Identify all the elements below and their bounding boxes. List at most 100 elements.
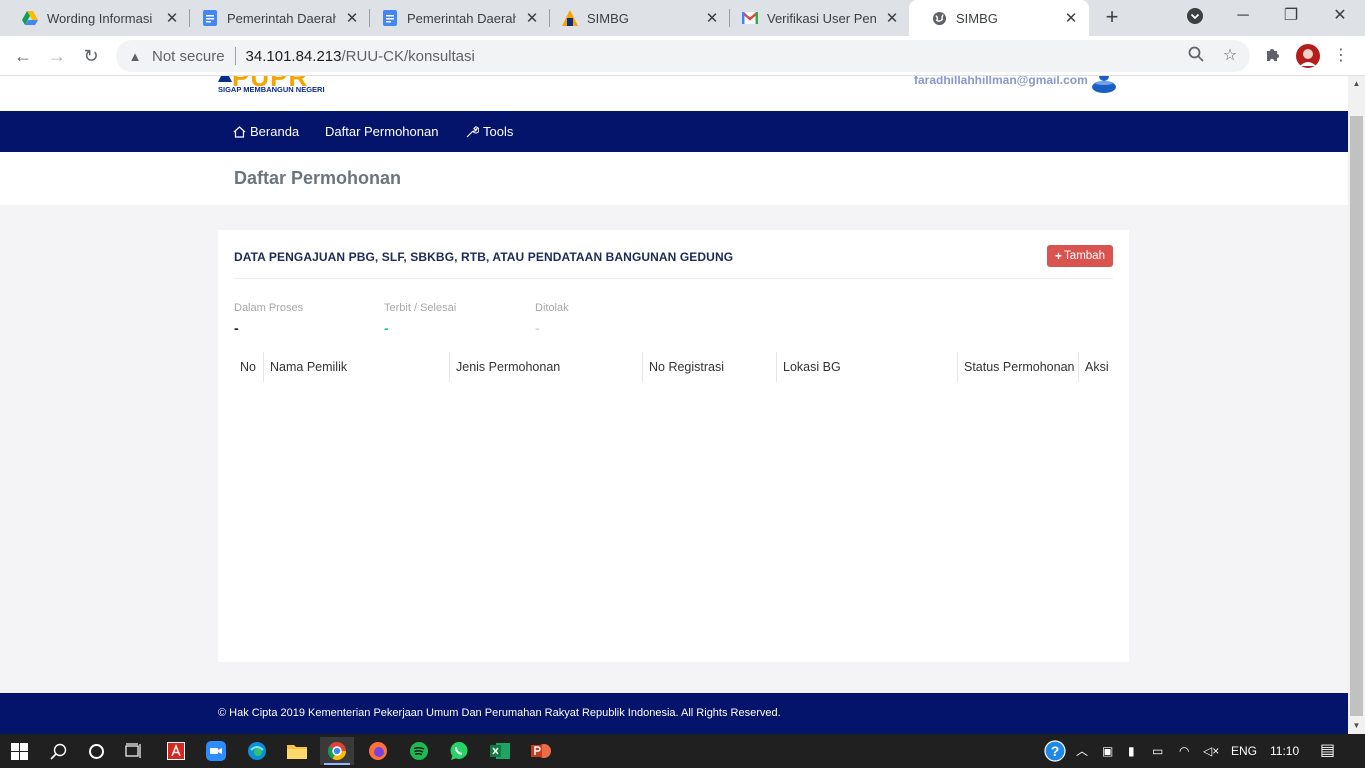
url-path[interactable]: /RUU-CK/konsultasi [341, 48, 474, 65]
page-viewport: PUPR SIGAP MEMBANGUN NEGERI faradhillahh… [0, 76, 1348, 734]
stat-label: Terbit / Selesai [384, 302, 457, 314]
address-bar[interactable]: ▲ Not secure 34.101.84.213/RUU-CK/konsul… [116, 40, 1250, 72]
close-tab-icon[interactable]: ✕ [704, 9, 720, 27]
column-header-lokasi-bg[interactable]: Lokasi BG [777, 352, 958, 382]
logo-tagline: SIGAP MEMBANGUN NEGERI [218, 85, 325, 94]
user-email[interactable]: faradhillahhillman@gmail.com [914, 76, 1088, 87]
chrome-taskbar-icon[interactable] [320, 737, 354, 765]
file-explorer-icon[interactable] [280, 737, 314, 765]
windows-start-icon[interactable] [2, 737, 36, 765]
windows-taskbar: ? ︿ ▣ ▮ ▭ ◠ ◁× ENG 11:10 ▤ [0, 734, 1365, 768]
stat-terbit-selesai: Terbit / Selesai - [384, 302, 456, 336]
browser-tab[interactable]: Verifikasi User Peng ✕ [720, 0, 910, 36]
close-window-icon[interactable]: ✕ [1317, 0, 1363, 32]
search-icon[interactable] [41, 737, 75, 765]
browser-tab[interactable]: Wording Informasi S ✕ [0, 0, 190, 36]
warning-icon[interactable]: ▲ [127, 49, 143, 64]
user-avatar-icon[interactable] [1091, 76, 1117, 94]
browser-tab[interactable]: Pemerintah Daerah ✕ [180, 0, 370, 36]
task-view-icon[interactable] [117, 737, 151, 765]
close-tab-icon[interactable]: ✕ [1063, 9, 1079, 27]
acrobat-icon[interactable] [159, 737, 193, 765]
wifi-icon[interactable]: ◠ [1179, 734, 1189, 768]
stat-ditolak: Ditolak - [535, 302, 569, 336]
footer-copyright: © Hak Cipta 2019 Kementerian Pekerjaan U… [218, 707, 781, 719]
column-header-no-registrasi[interactable]: No Registrasi [643, 352, 777, 382]
close-tab-icon[interactable]: ✕ [524, 9, 540, 27]
meet-now-icon[interactable]: ▣ [1102, 734, 1113, 768]
profile-avatar[interactable] [1296, 44, 1320, 68]
scroll-down-icon[interactable]: ▼ [1348, 718, 1365, 734]
back-icon[interactable]: ← [9, 42, 37, 70]
notifications-icon[interactable]: ▤ [1320, 734, 1335, 768]
main-navigation: Beranda Daftar Permohonan Tools [0, 111, 1348, 152]
plus-icon: + [1055, 249, 1063, 263]
scrollbar-thumb[interactable] [1350, 116, 1363, 716]
browser-tab-active[interactable]: SIMBG ✕ [909, 0, 1089, 36]
chrome-menu-icon[interactable]: ⋮ [1331, 46, 1351, 66]
tab-search-icon[interactable] [1172, 0, 1218, 32]
url-host[interactable]: 34.101.84.213 [246, 48, 342, 65]
tab-title: SIMBG [956, 10, 998, 26]
tray-expand-icon[interactable]: ︿ [1076, 734, 1088, 768]
column-header-status-permohonan[interactable]: Status Permohonan [958, 352, 1079, 382]
extensions-icon[interactable] [1263, 46, 1283, 66]
battery-icon[interactable]: ▭ [1152, 734, 1163, 768]
restore-icon[interactable]: ❐ [1268, 0, 1314, 32]
clock[interactable]: 11:10 [1270, 734, 1299, 768]
language-indicator[interactable]: ENG [1231, 734, 1257, 768]
gmail-icon [742, 10, 758, 26]
google-docs-icon [202, 10, 218, 26]
nav-item-daftar-permohonan[interactable]: Daftar Permohonan [325, 111, 438, 152]
tab-title: Verifikasi User Peng [767, 10, 876, 26]
svg-text:?: ? [1051, 743, 1060, 759]
tambah-label: Tambah [1064, 250, 1105, 262]
firefox-icon[interactable] [361, 737, 395, 765]
column-header-jenis-permohonan[interactable]: Jenis Permohonan [450, 352, 643, 382]
security-label[interactable]: Not secure [152, 48, 225, 65]
nav-item-tools[interactable]: Tools [466, 111, 513, 152]
nav-label: Daftar Permohonan [325, 124, 439, 139]
stat-value: - [384, 320, 389, 336]
help-icon[interactable]: ? [1038, 737, 1072, 765]
column-header-nama-pemilik[interactable]: Nama Pemilik [264, 352, 450, 382]
nav-item-beranda[interactable]: Beranda [233, 111, 299, 152]
pupr-icon [562, 10, 578, 26]
column-header-aksi[interactable]: Aksi [1079, 352, 1113, 382]
forward-icon[interactable]: → [43, 42, 71, 70]
browser-tab[interactable]: SIMBG ✕ [540, 0, 730, 36]
cortana-icon[interactable] [79, 737, 113, 765]
stat-label: Dalam Proses [234, 302, 304, 314]
browser-tab[interactable]: Pemerintah Daerah ✕ [360, 0, 550, 36]
bookmark-star-icon[interactable]: ☆ [1220, 46, 1240, 66]
minimize-icon[interactable]: ─ [1220, 0, 1266, 32]
reload-icon[interactable]: ↻ [77, 42, 105, 70]
page-scrollbar[interactable]: ▲ ▼ [1348, 76, 1365, 734]
stat-label: Ditolak [535, 302, 569, 314]
spotify-icon[interactable] [402, 737, 436, 765]
scroll-up-icon[interactable]: ▲ [1348, 76, 1365, 92]
whatsapp-icon[interactable] [442, 737, 476, 765]
excel-icon[interactable] [483, 737, 517, 765]
microphone-icon[interactable]: ▮ [1128, 734, 1135, 768]
close-tab-icon[interactable]: ✕ [884, 9, 900, 27]
zoom-icon[interactable] [1186, 46, 1206, 66]
new-tab-icon[interactable]: + [1100, 6, 1124, 30]
page-title: Daftar Permohonan [234, 168, 402, 188]
volume-muted-icon[interactable]: ◁× [1203, 734, 1219, 768]
tab-title: Pemerintah Daerah [407, 10, 516, 26]
zoom-app-icon[interactable] [199, 737, 233, 765]
google-drive-icon [22, 10, 38, 26]
browser-tab-strip: Wording Informasi S ✕ Pemerintah Daerah … [0, 0, 1365, 36]
edge-icon[interactable] [240, 737, 274, 765]
powerpoint-icon[interactable] [524, 737, 558, 765]
close-tab-icon[interactable]: ✕ [344, 9, 360, 27]
tambah-button[interactable]: + Tambah [1047, 245, 1113, 267]
address-separator [234, 47, 236, 65]
column-header-no[interactable]: No [234, 352, 264, 382]
logo-mark [218, 76, 232, 82]
table-header: No Nama Pemilik Jenis Permohonan No Regi… [234, 352, 1113, 382]
pupr-logo[interactable]: PUPR SIGAP MEMBANGUN NEGERI [218, 76, 343, 100]
tab-title: Wording Informasi S [47, 10, 156, 26]
close-tab-icon[interactable]: ✕ [164, 9, 180, 27]
